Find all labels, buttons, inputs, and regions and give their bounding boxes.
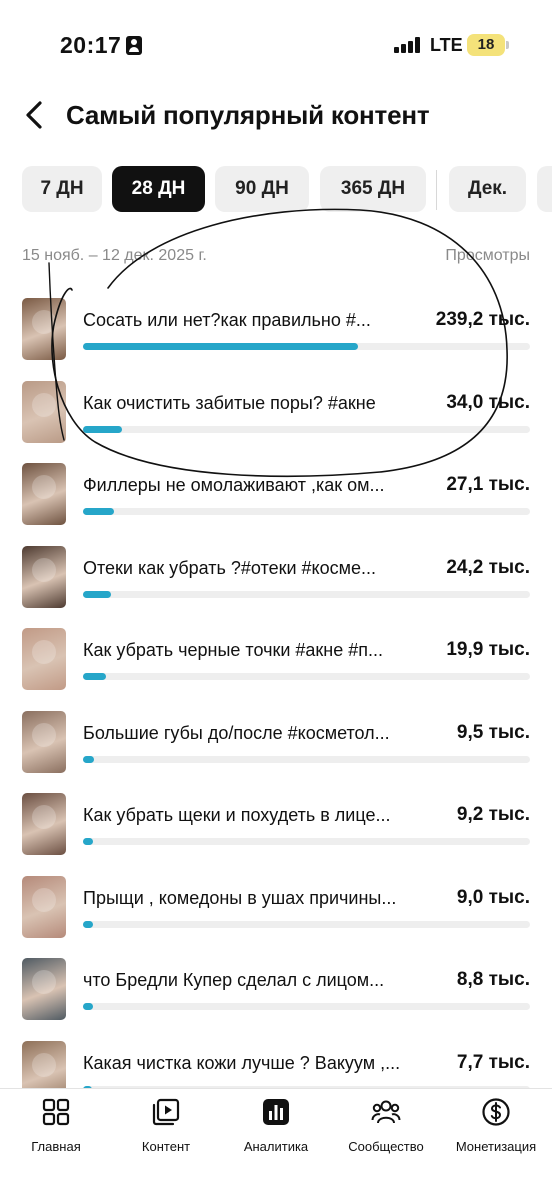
content-row[interactable]: что Бредли Купер сделал с лицом... 8,8 ты…	[0, 958, 552, 1040]
content-title: Филлеры не омолаживают ,как ом...	[83, 475, 385, 495]
views-progress-track	[83, 1003, 530, 1010]
tab-divider	[436, 170, 437, 210]
views-progress-fill	[83, 755, 94, 763]
bottom-navigation: Главная Контент Аналитика Сообщество Мон…	[0, 1088, 552, 1200]
tab-90-days[interactable]: 90 ДН	[215, 166, 309, 212]
content-row[interactable]: Сосать или нет?как правильно #... 239,2 т…	[0, 298, 552, 380]
tab-365-days[interactable]: 365 ДН	[320, 166, 426, 212]
video-thumbnail	[22, 793, 66, 855]
content-list: Сосать или нет?как правильно #... 239,2 т…	[0, 298, 552, 1088]
chevron-left-icon[interactable]	[20, 100, 50, 130]
content-play-icon	[152, 1098, 180, 1126]
content-title: что Бредли Купер сделал с лицом...	[83, 970, 385, 990]
content-row[interactable]: Большие губы до/после #косметол... 9,5 ты…	[0, 710, 552, 793]
id-card-icon	[126, 36, 142, 55]
views-progress-track	[83, 343, 530, 350]
content-title: Большие губы до/после #косметол...	[83, 722, 390, 743]
view-count: 239,2 тыс.	[435, 309, 530, 330]
header: Самый популярный контент	[0, 90, 552, 150]
analytics-bar-icon	[263, 1099, 289, 1125]
tab-more[interactable]	[537, 166, 552, 212]
views-progress-fill	[83, 343, 358, 350]
nav-community[interactable]: Сообщество	[331, 1097, 441, 1167]
views-progress-track	[83, 590, 530, 598]
page-title: Самый популярный контент	[66, 100, 430, 130]
content-row[interactable]: Как убрать щеки и похудеть в лице... 9,2 …	[0, 793, 552, 875]
views-column-header: Просмотры	[445, 247, 530, 264]
views-progress-track	[83, 755, 530, 763]
views-progress-track	[83, 673, 530, 680]
video-thumbnail	[22, 875, 66, 938]
views-progress-fill	[83, 920, 94, 928]
nav-monetization[interactable]: Монетизация	[441, 1097, 551, 1167]
home-grid-icon	[42, 1098, 70, 1126]
view-count: 24,2 тыс.	[446, 556, 530, 578]
signal-icon	[394, 37, 420, 53]
content-title: Как очистить забитые поры? #акне	[83, 392, 376, 413]
video-thumbnail	[22, 958, 66, 1020]
views-progress-fill	[83, 1003, 94, 1010]
content-row[interactable]: Отеки как убрать ?#отеки #косме... 24,2 т…	[0, 545, 552, 628]
battery-icon: 18	[467, 34, 509, 56]
views-progress-fill	[83, 838, 94, 845]
video-thumbnail	[22, 710, 66, 773]
views-progress-fill	[83, 590, 111, 598]
views-progress-track	[83, 838, 530, 845]
video-thumbnail	[22, 1040, 66, 1088]
nav-analytics[interactable]: Аналитика	[221, 1097, 331, 1167]
nav-monetization-label: Монетизация	[455, 1139, 537, 1154]
content-title: Как убрать щеки и похудеть в лице...	[83, 805, 391, 825]
content-row[interactable]: Как очистить забитые поры? #акне 34,0 тыс…	[0, 380, 552, 463]
video-thumbnail	[22, 545, 66, 608]
content-title: Как убрать черные точки #акне #п...	[83, 640, 383, 660]
period-tabs: 7 ДН 28 ДН 90 ДН 365 ДН Дек.	[0, 166, 552, 214]
content-title: Прыщи , комедоны в ушах причины...	[83, 887, 397, 908]
view-count: 9,5 тыс.	[456, 721, 530, 743]
video-thumbnail	[22, 463, 66, 525]
view-count: 19,9 тыс.	[446, 639, 530, 660]
video-thumbnail	[22, 298, 66, 360]
content-row[interactable]: Филлеры не омолаживают ,как ом... 27,1 ты…	[0, 463, 552, 545]
views-progress-track	[83, 920, 530, 928]
video-thumbnail	[22, 380, 66, 443]
views-progress-fill	[83, 425, 123, 433]
nav-content[interactable]: Контент	[111, 1097, 221, 1167]
content-row[interactable]: Как убрать черные точки #акне #п... 19,9 …	[0, 628, 552, 710]
content-row[interactable]: Прыщи , комедоны в ушах причины... 9,0 ты…	[0, 875, 552, 958]
view-count: 9,0 тыс.	[456, 886, 530, 908]
tab-28-days[interactable]: 28 ДН	[112, 166, 205, 212]
content-title: Отеки как убрать ?#отеки #косме...	[83, 557, 377, 578]
status-time: 20:17	[60, 32, 122, 58]
community-people-icon	[371, 1100, 401, 1124]
view-count: 27,1 тыс.	[446, 474, 530, 495]
status-bar: 20:17 LTE 18	[0, 0, 552, 90]
nav-home[interactable]: Главная	[1, 1097, 111, 1167]
views-progress-fill	[83, 673, 106, 680]
content-title: Сосать или нет?как правильно #...	[83, 310, 371, 330]
views-progress-track	[83, 508, 530, 515]
content-title: Какая чистка кожи лучше ? Вакуум ,...	[83, 1052, 401, 1073]
views-progress-track	[83, 425, 530, 433]
view-count: 8,8 тыс.	[456, 969, 530, 990]
dollar-circle-icon	[482, 1098, 510, 1126]
view-count: 7,7 тыс.	[456, 1051, 530, 1073]
content-row[interactable]: Какая чистка кожи лучше ? Вакуум ,... 7,7…	[0, 1040, 552, 1088]
tab-month[interactable]: Дек.	[449, 166, 526, 212]
tab-7-days[interactable]: 7 ДН	[22, 166, 102, 212]
view-count: 34,0 тыс.	[446, 391, 530, 413]
views-progress-fill	[83, 508, 115, 515]
view-count: 9,2 тыс.	[456, 804, 530, 825]
network-type: LTE	[430, 35, 463, 55]
video-thumbnail	[22, 628, 66, 690]
date-range: 15 нояб. – 12 дек. 2025 г.	[22, 247, 207, 264]
